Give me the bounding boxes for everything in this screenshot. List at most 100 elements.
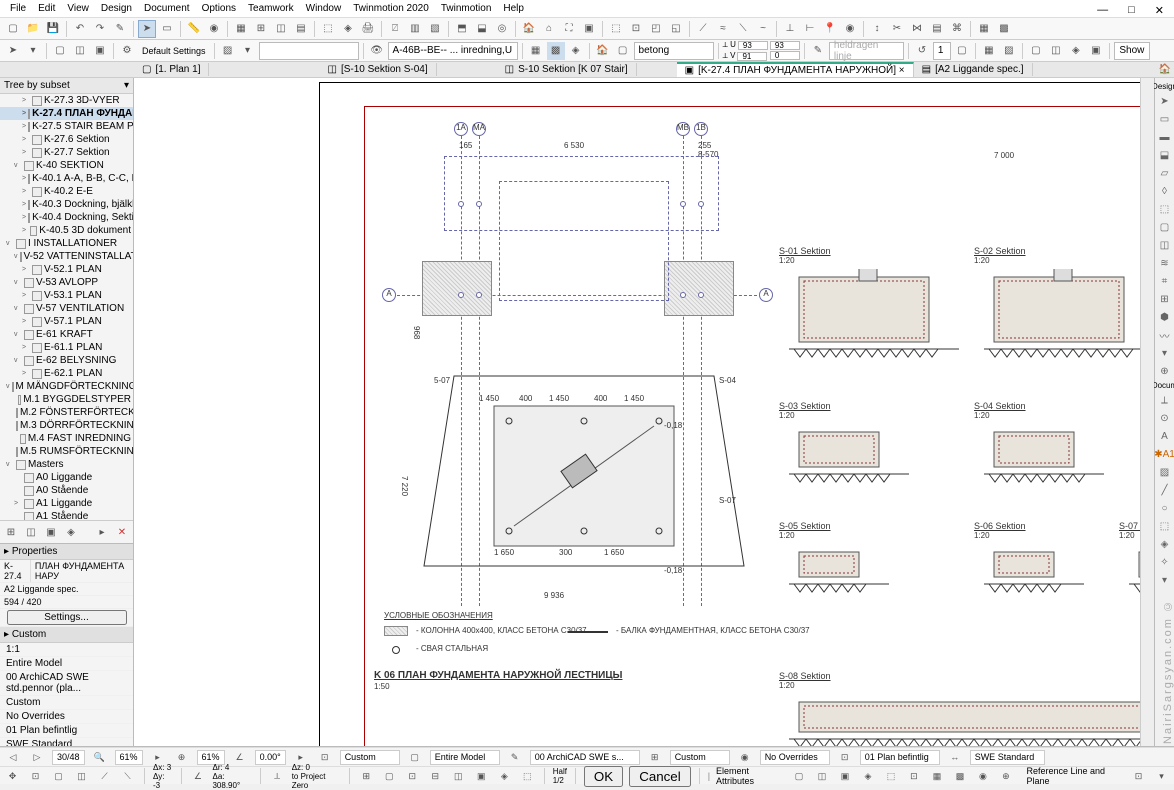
- tb-icon[interactable]: ⊥: [781, 20, 799, 38]
- sb-icon[interactable]: ◉: [736, 748, 754, 766]
- hatch-icon[interactable]: ▨: [219, 42, 237, 60]
- tb-icon[interactable]: 🏠: [520, 20, 538, 38]
- settings-icon[interactable]: ⚙: [118, 42, 136, 60]
- material-combo[interactable]: betong: [634, 42, 714, 60]
- tb-icon[interactable]: ▩: [547, 42, 565, 60]
- rt-icon[interactable]: ◫: [1157, 237, 1173, 253]
- sb-icon[interactable]: ▢: [406, 748, 424, 766]
- sb-icon[interactable]: ⊕: [173, 748, 191, 766]
- sb-icon[interactable]: ◈: [859, 767, 876, 785]
- rt-icon[interactable]: ▢: [1157, 219, 1173, 235]
- ok-button[interactable]: OK: [584, 766, 623, 787]
- default-settings-label[interactable]: Default Settings: [138, 46, 210, 56]
- tree-btn[interactable]: ⊞: [2, 523, 20, 541]
- sb-icon[interactable]: ▢: [50, 767, 67, 785]
- drawing-canvas[interactable]: 1A MA MB 1B A A 165 6 530 255 8-570: [134, 78, 1154, 766]
- tree-btn[interactable]: ◈: [62, 523, 80, 541]
- circle-icon[interactable]: ○: [1157, 500, 1173, 516]
- close-icon[interactable]: ✕: [1149, 2, 1170, 19]
- rt-icon[interactable]: ⌗: [1157, 273, 1173, 289]
- measure-icon[interactable]: 📏: [185, 20, 203, 38]
- fill-field[interactable]: [259, 42, 359, 60]
- tree-btn[interactable]: ▸: [93, 523, 111, 541]
- sb-icon[interactable]: ▢: [790, 767, 807, 785]
- tree-item[interactable]: >K-27.4 ПЛАН ФУНДАМ: [0, 107, 133, 120]
- sb-icon[interactable]: ⟋: [96, 767, 113, 785]
- tb-icon[interactable]: ⬚: [319, 20, 337, 38]
- sb-icon[interactable]: ⟂: [269, 767, 286, 785]
- menu-file[interactable]: File: [4, 1, 32, 16]
- tb-icon[interactable]: ▣: [580, 20, 598, 38]
- quick-option[interactable]: Entire Model: [0, 657, 133, 671]
- angle-field[interactable]: 0.00°: [255, 750, 286, 765]
- eye-icon[interactable]: 👁: [368, 42, 386, 60]
- tab-plan1[interactable]: ▢[1. Plan 1]: [134, 63, 209, 76]
- tb-icon[interactable]: ▨: [1000, 42, 1018, 60]
- tb-icon[interactable]: ▢: [51, 42, 69, 60]
- rt-icon[interactable]: ▾: [1157, 345, 1173, 361]
- custom2-combo[interactable]: Custom: [670, 750, 730, 765]
- tb-icon[interactable]: ◱: [667, 20, 685, 38]
- tab-s10-s04[interactable]: ◫[S-10 Sektion S-04]: [319, 63, 436, 76]
- sb-icon[interactable]: ▦: [928, 767, 945, 785]
- tb-icon[interactable]: ↕: [868, 20, 886, 38]
- sb-icon[interactable]: ⊞: [646, 748, 664, 766]
- rt-icon[interactable]: ✧: [1157, 554, 1173, 570]
- tree-item[interactable]: >K-40.5 3D dokument: [0, 224, 133, 237]
- menu-teamwork[interactable]: Teamwork: [242, 1, 300, 16]
- tb-icon[interactable]: ▾: [24, 42, 42, 60]
- tree-item[interactable]: M.2 FÖNSTERFÖRTECKNIN: [0, 406, 133, 419]
- linetype-combo[interactable]: heldragen linje: [829, 42, 904, 60]
- tb-icon[interactable]: ◈: [567, 42, 585, 60]
- sb-icon[interactable]: ⊕: [997, 767, 1014, 785]
- rt-icon[interactable]: ⬚: [1157, 201, 1173, 217]
- sb-icon[interactable]: ▾: [1153, 767, 1170, 785]
- sb-icon[interactable]: ⟍: [119, 767, 136, 785]
- tree-item[interactable]: vE-61 KRAFT: [0, 328, 133, 341]
- tb-icon[interactable]: ▤: [292, 20, 310, 38]
- model-combo[interactable]: Entire Model: [430, 750, 500, 765]
- tree-item[interactable]: vMasters: [0, 458, 133, 471]
- overrides-combo[interactable]: No Overrides: [760, 750, 830, 765]
- tree-item[interactable]: vV-53 AVLOPP: [0, 276, 133, 289]
- tb-icon[interactable]: ⟍: [734, 20, 752, 38]
- tree-item[interactable]: >K-40.3 Dockning, bjälkl: [0, 198, 133, 211]
- tab-s10-stair[interactable]: ◫S-10 Sektion [K 07 Stair]: [497, 63, 637, 76]
- sb-icon[interactable]: ⊡: [404, 767, 421, 785]
- fill-icon[interactable]: ▨: [1157, 464, 1173, 480]
- rt-icon[interactable]: ◊: [1157, 183, 1173, 199]
- pen-icon[interactable]: ✎: [809, 42, 827, 60]
- tb-icon[interactable]: 📍: [821, 20, 839, 38]
- menu-view[interactable]: View: [61, 1, 95, 16]
- menu-twinmotion2020[interactable]: Twinmotion 2020: [347, 1, 435, 16]
- tree-item[interactable]: >K-27.3 3D-VYER: [0, 94, 133, 107]
- tb-icon[interactable]: ▦: [975, 20, 993, 38]
- tree-item[interactable]: vM MÄNGDFÖRTECKNING: [0, 380, 133, 393]
- sb-icon[interactable]: ⊞: [358, 767, 375, 785]
- rt-icon[interactable]: ◈: [1157, 536, 1173, 552]
- tree-item[interactable]: A0 Liggande: [0, 471, 133, 484]
- home-icon[interactable]: 🏠: [1156, 61, 1174, 79]
- tree-item[interactable]: M.1 BYGGDELSTYPER: [0, 393, 133, 406]
- tb-icon[interactable]: ▢: [614, 42, 632, 60]
- tree-btn[interactable]: ◫: [22, 523, 40, 541]
- rt-icon[interactable]: ⟂: [1157, 392, 1173, 408]
- sb-icon[interactable]: ◁: [4, 748, 22, 766]
- delete-icon[interactable]: ✕: [113, 523, 131, 541]
- tree-item[interactable]: vK-40 SEKTION: [0, 159, 133, 172]
- tb-icon[interactable]: ~: [754, 20, 772, 38]
- tb-icon[interactable]: ⟋: [694, 20, 712, 38]
- tb-icon[interactable]: ↺: [913, 42, 931, 60]
- tb-icon[interactable]: ⊞: [252, 20, 270, 38]
- tb-icon[interactable]: ⍁: [386, 20, 404, 38]
- open-icon[interactable]: 📁: [24, 20, 42, 38]
- tree-item[interactable]: A0 Stående: [0, 484, 133, 497]
- maximize-icon[interactable]: □: [1122, 2, 1141, 19]
- custom-header[interactable]: ▸ Custom: [0, 627, 133, 643]
- tb-icon[interactable]: ◎: [493, 20, 511, 38]
- tb-icon[interactable]: ⊡: [627, 20, 645, 38]
- tree-item[interactable]: M.5 RUMSFÖRTECKNING: [0, 445, 133, 458]
- scale-combo[interactable]: Custom: [340, 750, 400, 765]
- coord-u[interactable]: [738, 41, 768, 50]
- tree-item[interactable]: vI INSTALLATIONER: [0, 237, 133, 250]
